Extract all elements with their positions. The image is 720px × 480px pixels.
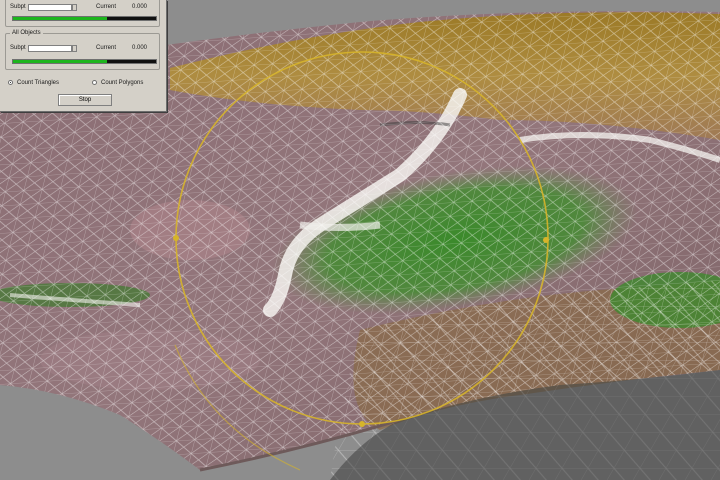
count-polygons-radio[interactable] — [92, 80, 97, 85]
subpt-label: Subpt — [10, 4, 26, 10]
subpt-label: Subpt — [10, 45, 26, 51]
optimize-rollout-panel: Subpt Current 0.000 All Objects Subpt Cu… — [0, 0, 167, 112]
group-title: All Objects — [10, 29, 43, 37]
count-triangles-radio[interactable] — [8, 80, 13, 85]
stop-button[interactable]: Stop — [58, 94, 112, 106]
current-value: 0.000 — [132, 4, 148, 10]
spinner-arrows-icon[interactable] — [72, 4, 77, 11]
current-value: 0.000 — [132, 45, 148, 51]
group-selection: Subpt Current 0.000 — [5, 0, 160, 27]
current-label: Current — [96, 45, 117, 51]
group-all-objects: All Objects Subpt Current 0.000 — [5, 29, 160, 70]
spinner-arrows-icon[interactable] — [72, 45, 77, 52]
count-triangles-label[interactable]: Count Triangles — [17, 78, 59, 88]
progress-fill — [13, 17, 108, 20]
subpt-spinner-field[interactable] — [28, 45, 72, 52]
progress-bar — [12, 59, 157, 64]
count-mode-radios: Count Triangles Count Polygons — [8, 78, 160, 88]
count-polygons-label[interactable]: Count Polygons — [101, 78, 143, 88]
progress-fill — [13, 60, 108, 63]
subpt-spinner-field[interactable] — [28, 4, 72, 11]
current-label: Current — [96, 4, 117, 10]
progress-bar — [12, 16, 157, 21]
